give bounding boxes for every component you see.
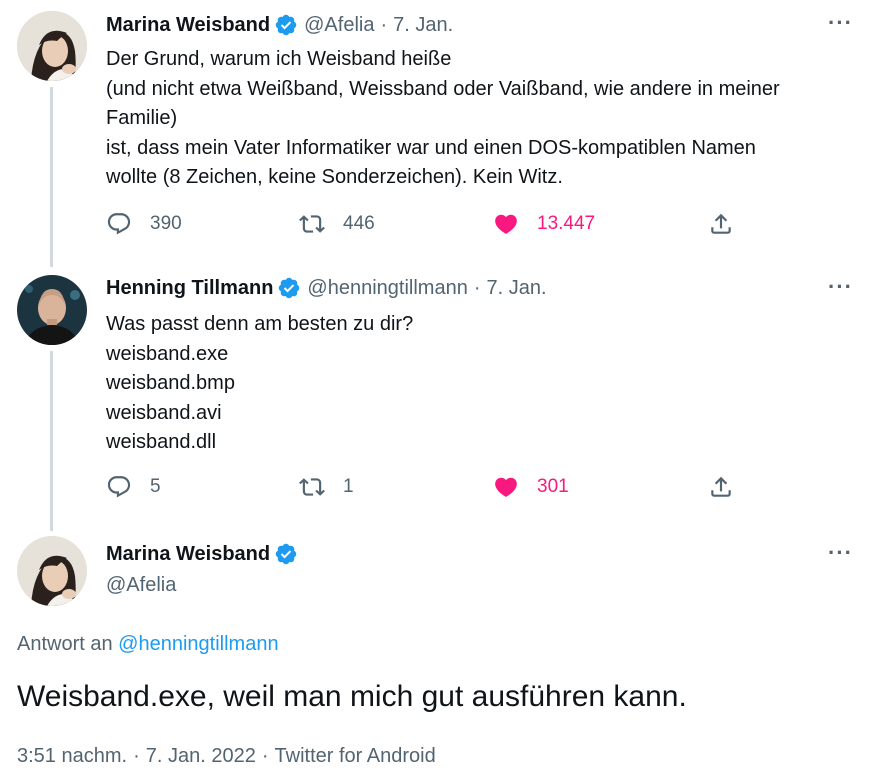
tweet-meta: 3:51 nachm. · 7. Jan. 2022 · Twitter for And… <box>17 745 436 768</box>
reply-prefix: Antwort an <box>17 633 113 655</box>
author-handle[interactable]: @henningtillmann <box>307 277 467 300</box>
author-name[interactable]: Marina Weisband <box>106 543 270 566</box>
text-line: ist, dass mein Vater Informatiker war un… <box>106 136 756 159</box>
tweet-text: Was passt denn am besten zu dir? weisban… <box>106 310 866 458</box>
avatar-marina[interactable] <box>17 11 87 81</box>
text-line: (und nicht etwa Weißband, Weissband oder… <box>106 77 780 100</box>
text-line: weisband.dll <box>106 431 217 453</box>
author-handle-row: @Afelia <box>106 574 176 597</box>
tweet-date[interactable]: 7. Jan. <box>393 14 453 37</box>
avatar-henning[interactable] <box>17 275 87 345</box>
share-button[interactable] <box>708 474 734 500</box>
tweet-header: Henning Tillmann @henningtillmann · 7. J… <box>106 276 547 300</box>
separator-dot: · <box>133 745 140 767</box>
reply-button[interactable]: 390 <box>106 211 182 237</box>
author-handle[interactable]: @Afelia <box>304 14 374 37</box>
more-icon[interactable]: ··· <box>828 274 853 300</box>
separator-dot: · <box>380 13 388 36</box>
text-line: weisband.bmp <box>106 372 235 394</box>
tweet-text: Der Grund, warum ich Weisband heiße (und… <box>106 45 866 193</box>
retweet-button[interactable]: 446 <box>299 211 375 237</box>
thread-line <box>50 351 53 531</box>
avatar-marina[interactable] <box>17 536 87 606</box>
author-name[interactable]: Henning Tillmann <box>106 277 273 300</box>
tweet-henning[interactable]: Henning Tillmann @henningtillmann · 7. J… <box>0 262 873 531</box>
heart-icon <box>495 477 517 497</box>
reply-count: 390 <box>150 213 182 234</box>
reply-icon <box>107 476 131 498</box>
verified-badge-icon <box>275 543 297 565</box>
separator-dot: · <box>261 745 269 767</box>
tweet-full-date[interactable]: 7. Jan. 2022 <box>146 745 256 767</box>
like-button[interactable]: 301 <box>493 474 569 500</box>
reply-icon <box>107 213 131 235</box>
reply-count: 5 <box>150 476 161 497</box>
like-count: 13.447 <box>537 213 596 234</box>
heart-icon <box>495 214 517 234</box>
more-icon[interactable]: ··· <box>828 10 853 36</box>
main-tweet-text: Weisband.exe, weil man mich gut ausführe… <box>17 680 687 713</box>
retweet-button[interactable]: 1 <box>299 474 354 500</box>
text-line: Was passt denn am besten zu dir? <box>106 313 414 335</box>
author-name[interactable]: Marina Weisband <box>106 14 270 37</box>
more-icon[interactable]: ··· <box>828 540 853 566</box>
text-line: Der Grund, warum ich Weisband heiße <box>106 48 452 70</box>
retweet-count: 446 <box>343 213 375 234</box>
author-handle[interactable]: @Afelia <box>106 574 176 597</box>
reply-to-link[interactable]: @henningtillmann <box>118 633 278 655</box>
share-button[interactable] <box>708 211 734 237</box>
text-line: Familie) <box>106 107 178 129</box>
share-icon <box>711 213 731 234</box>
text-line: weisband.exe <box>106 342 229 365</box>
reply-context: Antwort an @henningtillmann <box>17 633 279 656</box>
tweet-time[interactable]: 3:51 nachm. <box>17 745 127 767</box>
tweet-date[interactable]: 7. Jan. <box>487 277 547 300</box>
text-line: wollte (8 Zeichen, keine Sonderzeichen).… <box>106 166 563 188</box>
separator-dot: · <box>473 276 481 299</box>
retweet-count: 1 <box>343 476 354 497</box>
retweet-icon <box>299 478 325 496</box>
verified-badge-icon <box>279 277 300 299</box>
retweet-icon <box>299 215 325 233</box>
tweet-marina[interactable]: Marina Weisband @Afelia · 7. Jan. ··· De… <box>0 0 873 267</box>
tweet-actions: 5 1 301 <box>106 474 746 504</box>
tweet-actions: 390 446 13.447 <box>106 211 746 241</box>
like-count: 301 <box>537 476 569 497</box>
reply-button[interactable]: 5 <box>106 474 161 500</box>
share-icon <box>711 476 731 497</box>
tweet-source[interactable]: Twitter for Android <box>275 745 436 767</box>
verified-badge-icon <box>275 14 297 36</box>
text-line: weisband.avi <box>106 401 222 424</box>
tweet-header: Marina Weisband <box>106 542 304 566</box>
tweet-header: Marina Weisband @Afelia · 7. Jan. <box>106 13 453 37</box>
thread-line <box>50 87 53 267</box>
like-button[interactable]: 13.447 <box>493 211 595 237</box>
